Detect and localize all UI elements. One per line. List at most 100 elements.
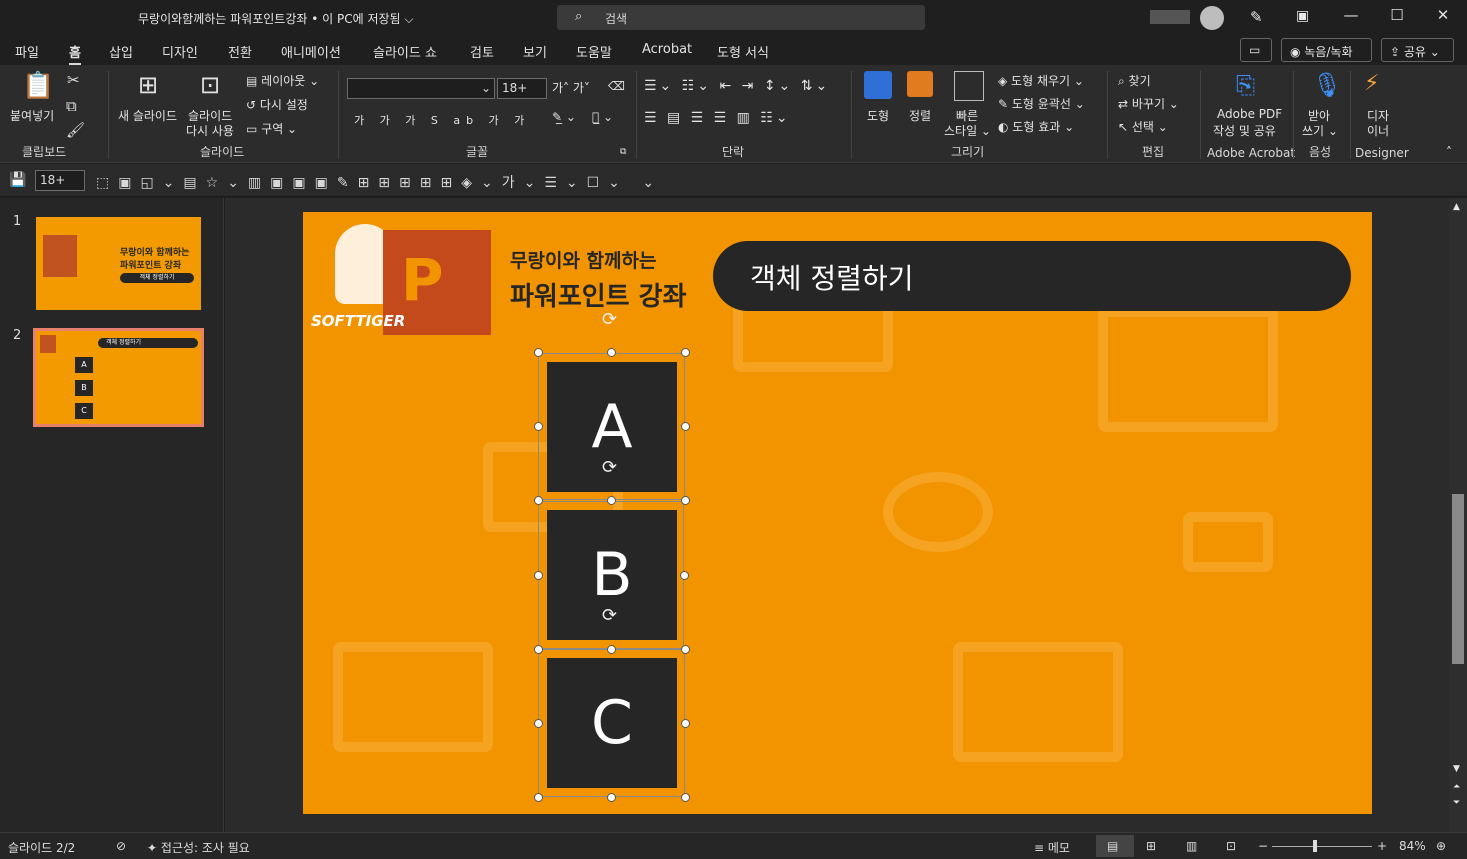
resize-handle[interactable]	[534, 645, 543, 654]
resize-handle[interactable]	[534, 793, 543, 802]
highlight-color-icon[interactable]: ✎̲ ⌄	[552, 110, 576, 124]
share-button[interactable]: ⇪ 공유 ⌄	[1381, 38, 1454, 62]
reuse-slides-icon[interactable]: ⊡	[200, 71, 220, 99]
reuse-slides-line2[interactable]: 다시 사용	[186, 122, 234, 139]
resize-handle[interactable]	[681, 793, 690, 802]
resize-handle[interactable]	[681, 719, 690, 728]
resize-handle[interactable]	[534, 422, 543, 431]
reset-button[interactable]: ↺ 다시 설정	[246, 96, 308, 113]
paste-icon[interactable]: 📋	[22, 71, 54, 101]
resize-handle[interactable]	[681, 645, 690, 654]
resize-handle[interactable]	[607, 793, 616, 802]
pen-icon[interactable]: ✎	[1250, 8, 1263, 26]
font-size-combo[interactable]: 18+	[497, 78, 547, 99]
collapse-ribbon-icon[interactable]: ˄	[1446, 145, 1452, 159]
rotate-handle-icon[interactable]: ⟳	[602, 457, 617, 478]
new-slide-icon[interactable]: ⊞	[138, 71, 158, 99]
adobe-pdf-line1[interactable]: Adobe PDF	[1217, 107, 1282, 121]
avatar[interactable]	[1200, 6, 1224, 30]
tab-design[interactable]: 디자인	[162, 42, 198, 61]
vertical-scrollbar[interactable]: ▲ ▼ ⏶ ⏷	[1449, 198, 1467, 832]
dictate-line2[interactable]: 쓰기 ⌄	[1302, 122, 1338, 139]
spellcheck-icon[interactable]: ⊘	[116, 839, 126, 853]
normal-view-icon[interactable]: ▤	[1107, 839, 1118, 853]
slideshow-icon[interactable]: ⊡	[1226, 839, 1236, 853]
qat-font-size-combo[interactable]: 18+	[35, 170, 85, 191]
align-buttons[interactable]: ☰ ▤ ☰ ☰ ▥ ☷⌄	[644, 110, 791, 126]
resize-handle[interactable]	[607, 645, 616, 654]
list-buttons[interactable]: ☰⌄ ☷⌄ ⇤ ⇥ ↕⌄ ⇅⌄	[644, 78, 830, 94]
rotate-handle-icon[interactable]: ⟳	[602, 605, 617, 626]
tab-insert[interactable]: 삽입	[109, 42, 133, 61]
layout-button[interactable]: ▤ 레이아웃 ⌄	[246, 72, 319, 89]
grow-font-icon[interactable]: 가˄ 가˅	[552, 79, 590, 96]
qat-shape-tools[interactable]: ⬚▣◱⌄▤☆⌄▥▣▣▣✎⊞⊞⊞⊞⊞◈⌄가⌄☰⌄☐⌄ ⌄	[96, 172, 663, 192]
section-button[interactable]: ▭ 구역 ⌄	[246, 120, 297, 137]
resize-handle[interactable]	[681, 422, 690, 431]
copy-icon[interactable]: ⧉	[66, 97, 77, 115]
save-icon[interactable]: 💾	[9, 172, 26, 188]
tab-help[interactable]: 도움말	[576, 42, 612, 61]
select-button[interactable]: ↖ 선택 ⌄	[1118, 118, 1168, 135]
tab-slideshow[interactable]: 슬라이드 쇼	[373, 42, 437, 61]
format-painter-icon[interactable]: 🖌	[66, 121, 85, 139]
next-slide-icon[interactable]: ⏷	[1453, 798, 1460, 808]
resize-handle[interactable]	[534, 348, 543, 357]
resize-handle[interactable]	[607, 348, 616, 357]
paste-button[interactable]: 붙여넣기	[10, 107, 54, 124]
quick-styles-line2[interactable]: 스타일 ⌄	[944, 122, 991, 139]
tab-shape-format[interactable]: 도형 서식	[717, 42, 769, 61]
tab-view[interactable]: 보기	[523, 42, 547, 61]
previous-slide-icon[interactable]: ⏶	[1453, 782, 1460, 792]
shape-outline-button[interactable]: ✎ 도형 윤곽선 ⌄	[998, 95, 1085, 112]
reading-view-icon[interactable]: ▥	[1186, 839, 1197, 853]
tab-review[interactable]: 검토	[470, 42, 494, 61]
maximize-button[interactable]: ☐	[1382, 6, 1412, 24]
designer-line2[interactable]: 이너	[1367, 122, 1389, 139]
microphone-icon[interactable]: 🎙	[1312, 71, 1342, 99]
dialog-launcher-icon[interactable]: ⧉	[620, 147, 626, 157]
resize-handle[interactable]	[534, 496, 543, 505]
notes-button[interactable]: ≡ 메모	[1034, 839, 1070, 856]
slide-thumbnail-1[interactable]: 무랑이와 함께하는 파워포인트 강좌 객체 정렬하기	[36, 217, 201, 310]
shapes-button[interactable]: 도형	[867, 107, 889, 124]
resize-handle[interactable]	[534, 719, 543, 728]
resize-handle[interactable]	[607, 496, 616, 505]
scroll-up-icon[interactable]: ▲	[1453, 202, 1460, 212]
quick-styles-icon[interactable]	[954, 71, 984, 101]
cut-icon[interactable]: ✂	[67, 71, 80, 89]
search-box[interactable]: ⌕ 검색	[557, 5, 925, 30]
zoom-slider-track[interactable]	[1272, 846, 1372, 847]
resize-handle[interactable]	[681, 348, 690, 357]
slide-sorter-icon[interactable]: ⊞	[1146, 839, 1156, 853]
clear-format-icon[interactable]: ⌫	[608, 79, 625, 93]
scroll-thumb[interactable]	[1452, 494, 1464, 664]
arrange-icon[interactable]	[907, 71, 933, 97]
resize-handle[interactable]	[680, 571, 689, 580]
tab-acrobat[interactable]: Acrobat	[642, 42, 692, 57]
shape-fill-button[interactable]: ◈ 도형 채우기 ⌄	[998, 72, 1084, 89]
fit-to-window-icon[interactable]: ⊕	[1436, 839, 1446, 853]
scroll-down-icon[interactable]: ▼	[1453, 764, 1460, 774]
font-name-combo[interactable]: ⌄	[347, 78, 495, 99]
new-slide-button[interactable]: 새 슬라이드	[118, 107, 177, 124]
font-style-buttons[interactable]: 가 가 가 S ab 가 가	[354, 112, 530, 128]
zoom-in-icon[interactable]: +	[1377, 839, 1387, 853]
tab-file[interactable]: 파일	[15, 42, 39, 61]
replace-button[interactable]: ⇄ 바꾸기 ⌄	[1118, 95, 1179, 112]
tab-transitions[interactable]: 전환	[228, 42, 252, 61]
resize-handle[interactable]	[534, 571, 543, 580]
shape-effects-button[interactable]: ◐ 도형 효과 ⌄	[998, 118, 1074, 135]
pdf-icon[interactable]: ⎘	[1236, 71, 1255, 99]
zoom-out-icon[interactable]: −	[1258, 839, 1268, 853]
accessibility-status[interactable]: ✦ 접근성: 조사 필요	[147, 839, 250, 856]
zoom-level[interactable]: 84%	[1399, 839, 1426, 853]
tab-animations[interactable]: 애니메이션	[281, 42, 341, 61]
heading-pill[interactable]: 객체 정렬하기	[713, 241, 1351, 311]
ribbon-display-icon[interactable]: ▣	[1296, 8, 1309, 24]
minimize-button[interactable]: —	[1336, 6, 1366, 24]
adobe-pdf-line2[interactable]: 작성 및 공유	[1213, 122, 1276, 139]
designer-icon[interactable]: ⚡	[1364, 71, 1379, 96]
tab-home[interactable]: 홈	[69, 42, 81, 65]
comments-button[interactable]: ▭	[1240, 38, 1272, 62]
